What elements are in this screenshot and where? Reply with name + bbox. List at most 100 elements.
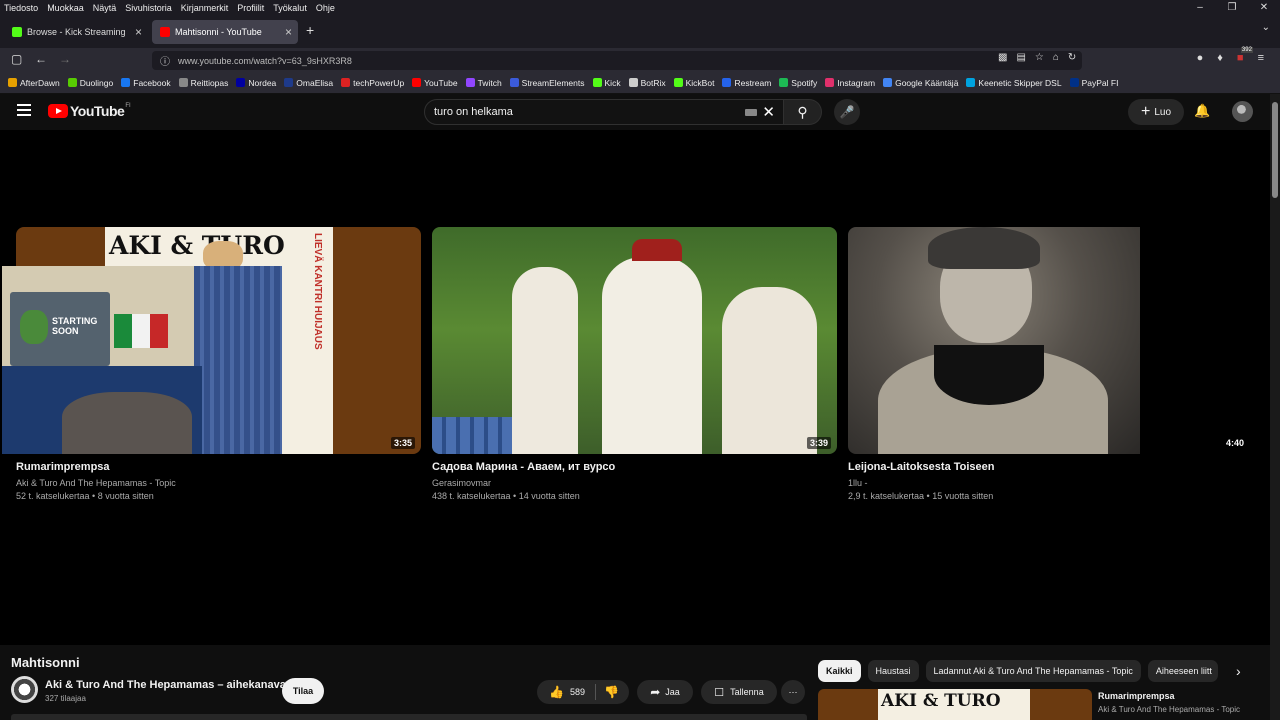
bookmark-label: BotRix <box>640 77 666 88</box>
like-count[interactable]: 589 <box>570 687 585 697</box>
ublock-icon[interactable]: ■ 392 <box>1237 47 1253 64</box>
clear-search-icon[interactable]: ✕ <box>762 103 775 121</box>
youtube-logo[interactable]: YouTube FI <box>48 103 131 119</box>
more-actions-button[interactable]: ⋯ <box>781 680 805 704</box>
search-value: turo on helkama <box>434 106 513 118</box>
account-avatar[interactable] <box>1232 101 1253 122</box>
list-tabs-icon[interactable]: ⌄ <box>1262 22 1270 33</box>
close-window-button[interactable]: ✕ <box>1248 0 1280 16</box>
save-button[interactable]: ☐ Tallenna <box>701 680 777 704</box>
search-button[interactable]: ⚲ <box>784 99 822 125</box>
webcam-overlay: STARTING SOON <box>2 266 282 454</box>
menu-item[interactable]: Ohje <box>312 3 340 13</box>
related-thumbnail[interactable]: AKI & TURO <box>818 689 1092 720</box>
video-thumbnail[interactable]: 3:39 <box>432 227 837 454</box>
bookmark-item[interactable]: Instagram <box>825 78 875 88</box>
video-channel[interactable]: Gerasimovmar <box>432 478 837 488</box>
create-button[interactable]: + Luo <box>1128 99 1184 125</box>
bookmark-item[interactable]: PayPal FI <box>1069 78 1118 88</box>
account-icon[interactable]: ● <box>1197 52 1204 64</box>
restore-button[interactable]: ❐ <box>1216 0 1248 16</box>
bookmark-star-icon[interactable]: ☆ <box>1035 52 1044 63</box>
back-icon[interactable]: ← <box>35 52 47 66</box>
channel-name[interactable]: Aki & Turo And The Hepamamas – aihekanav… <box>45 679 286 691</box>
sidebar-toggle-icon[interactable]: ▢ <box>11 52 22 66</box>
bookmark-item[interactable]: Google Kääntäjä <box>883 78 958 88</box>
guide-menu-icon[interactable] <box>17 104 31 119</box>
bookmark-item[interactable]: KickBot <box>673 78 714 88</box>
video-channel[interactable]: Aki & Turo And The Hepamamas - Topic <box>16 478 421 488</box>
new-tab-button[interactable]: + <box>306 22 314 38</box>
bookmark-item[interactable]: Nordea <box>236 78 276 88</box>
menu-item[interactable]: Sivuhistoria <box>121 3 177 13</box>
reload-icon[interactable]: ↻ <box>1068 52 1076 63</box>
menu-item[interactable]: Näytä <box>89 3 122 13</box>
app-menu-icon[interactable]: ≡ <box>1258 52 1264 64</box>
menu-item[interactable]: Työkalut <box>269 3 312 13</box>
chip-related[interactable]: Aiheeseen liitt <box>1147 660 1218 682</box>
home-icon[interactable]: ⌂ <box>1053 52 1059 63</box>
url-actions: ▩ ▤ ☆ ⌂ ↻ <box>998 52 1076 63</box>
video-title[interactable]: Leijona-Laitoksesta Toiseen <box>848 461 1253 473</box>
bookmark-favicon-icon <box>966 78 976 87</box>
menu-item[interactable]: Muokkaa <box>43 3 89 13</box>
video-channel[interactable]: 1llu - <box>848 478 1253 488</box>
picture-in-picture-icon[interactable]: ▩ <box>998 52 1007 63</box>
bookmark-item[interactable]: Restream <box>722 78 771 88</box>
share-button[interactable]: ➦ Jaa <box>637 680 693 704</box>
like-icon[interactable]: 👍 <box>549 685 564 699</box>
bookmark-item[interactable]: StreamElements <box>509 78 585 88</box>
video-title[interactable]: Rumarimprempsa <box>16 461 421 473</box>
chip-for-you[interactable]: Haustasi <box>867 660 919 682</box>
bookmark-item[interactable]: Spotify <box>779 78 817 88</box>
menu-item[interactable]: Kirjanmerkit <box>177 3 234 13</box>
bookmark-label: YouTube <box>424 77 458 88</box>
address-bar[interactable]: ⓘ www.youtube.com/watch?v=63_9sHXR3R8 <box>152 51 1082 70</box>
menu-item[interactable]: Profiilit <box>233 3 269 13</box>
extensions-icon[interactable]: ♦ <box>1217 52 1223 64</box>
bookmark-item[interactable]: YouTube <box>412 77 458 88</box>
channel-avatar[interactable] <box>11 676 38 703</box>
close-tab-icon[interactable]: × <box>135 25 142 39</box>
watch-metadata: Mahtisonni Aki & Turo And The Hepamamas … <box>0 645 1270 720</box>
bookmark-item[interactable]: BotRix <box>628 77 666 88</box>
chip-all[interactable]: Kaikki <box>818 660 861 682</box>
voice-search-button[interactable]: 🎤 <box>834 99 860 125</box>
related-channel[interactable]: Aki & Turo And The Hepamamas - Topic <box>1098 705 1240 714</box>
page-scrollbar[interactable] <box>1270 94 1280 720</box>
tab-kick[interactable]: Browse - Kick Streaming × <box>4 20 148 44</box>
subscribe-button[interactable]: Tilaa <box>282 678 324 704</box>
bookmark-item[interactable]: Twitch <box>465 77 502 88</box>
tab-youtube[interactable]: Mahtisonni - YouTube × <box>152 20 298 44</box>
close-tab-icon[interactable]: × <box>285 25 292 39</box>
scrollbar-thumb[interactable] <box>1272 102 1278 198</box>
search-input[interactable]: turo on helkama ✕ <box>424 99 784 125</box>
album-title: AKI & TURO <box>109 231 285 260</box>
notifications-bell-icon[interactable]: 🔔 <box>1194 103 1210 119</box>
bookmark-item[interactable]: Kick <box>592 78 621 88</box>
bookmark-item[interactable]: OmaElisa <box>284 78 333 88</box>
chip-uploaded-by[interactable]: Ladannut Aki & Turo And The Hepamamas - … <box>925 660 1141 682</box>
minimize-button[interactable]: – <box>1184 0 1216 16</box>
video-title[interactable]: Садова Марина - Аваем, ит вурсо <box>432 461 837 473</box>
bookmark-item[interactable]: AfterDawn <box>8 78 60 88</box>
site-info-icon[interactable]: ⓘ <box>152 53 178 68</box>
reader-view-icon[interactable]: ▤ <box>1016 52 1025 63</box>
bookmark-item[interactable]: Keenetic Skipper DSL <box>966 78 1062 88</box>
video-card[interactable]: 3:39 Садова Марина - Аваем, ит вурсо Ger… <box>432 227 837 501</box>
italian-flag <box>114 314 168 348</box>
chevron-right-icon[interactable]: › <box>1236 663 1241 679</box>
video-thumbnail[interactable]: 4:40 <box>848 227 1253 454</box>
related-title[interactable]: Rumarimprempsa <box>1098 691 1175 701</box>
menu-item[interactable]: Tiedosto <box>0 3 43 13</box>
dislike-icon[interactable]: 👎 <box>604 685 619 699</box>
description-box[interactable] <box>11 714 807 720</box>
video-card[interactable]: 4:40 Leijona-Laitoksesta Toiseen 1llu - … <box>848 227 1253 501</box>
bookmark-item[interactable]: Reittiopas <box>178 78 228 88</box>
forward-icon[interactable]: → <box>59 52 71 66</box>
bookmark-item[interactable]: Facebook <box>121 78 171 88</box>
bookmark-item[interactable]: Duolingo <box>67 78 113 88</box>
keyboard-icon[interactable] <box>745 109 757 116</box>
bookmark-item[interactable]: techPowerUp <box>341 78 404 88</box>
bookmark-label: Twitch <box>477 77 502 88</box>
